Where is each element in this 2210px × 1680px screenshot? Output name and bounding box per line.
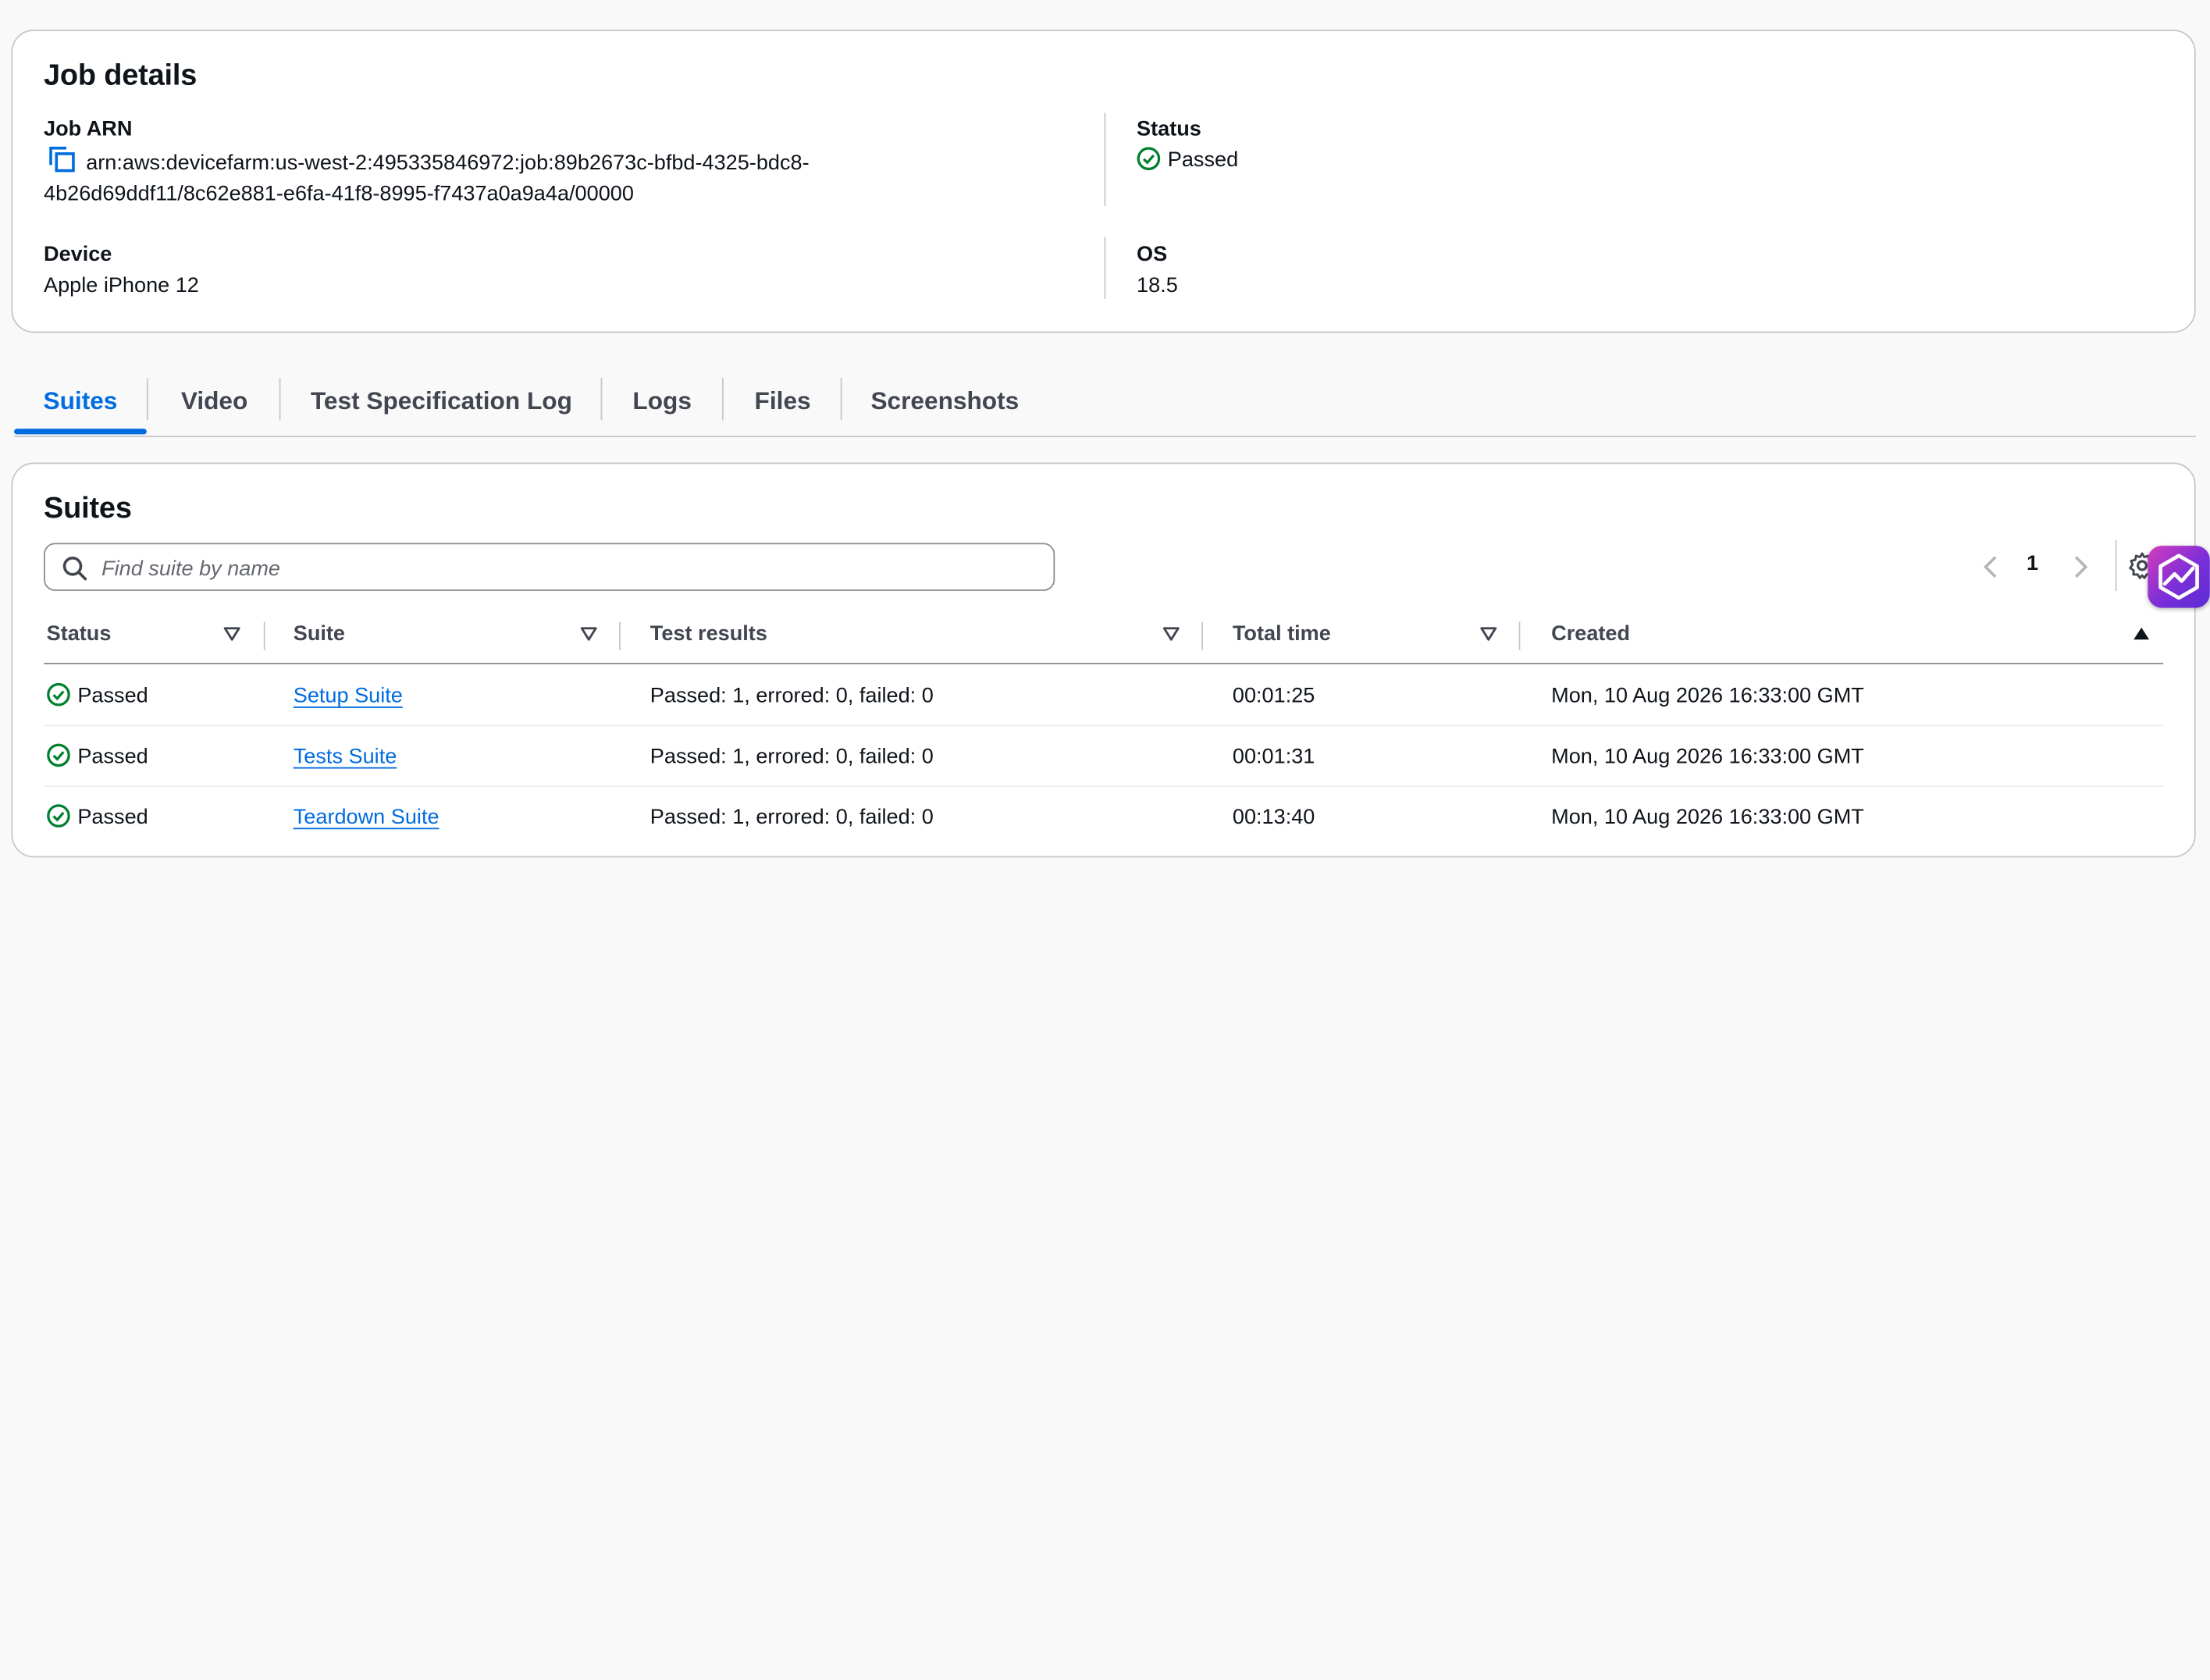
column-divider[interactable] <box>1518 621 1521 650</box>
row-total-time: 00:01:31 <box>1232 744 1315 769</box>
job-details-card: Job details Job ARN arn:aws:devicefarm:u… <box>11 29 2196 333</box>
details-divider-1 <box>1104 112 1106 206</box>
column-divider[interactable] <box>1201 621 1203 650</box>
tab-separator <box>146 378 148 421</box>
job-arn-line1: arn:aws:devicefarm:us-west-2:49533584697… <box>86 151 810 176</box>
search-box <box>44 543 1055 591</box>
status-success-icon <box>47 804 71 828</box>
job-arn-label: Job ARN <box>44 116 133 141</box>
status-label: Status <box>1137 116 1201 141</box>
row-status-text: Passed <box>77 805 148 830</box>
row-total-time: 00:13:40 <box>1232 805 1315 830</box>
tab-video[interactable]: Video <box>148 372 281 432</box>
copy-icon[interactable] <box>47 145 78 173</box>
details-divider-2 <box>1104 237 1106 299</box>
column-divider[interactable] <box>619 621 621 650</box>
row-status: Passed <box>47 743 148 771</box>
row-status-text: Passed <box>77 684 148 708</box>
sort-caret-icon[interactable] <box>1479 626 1497 642</box>
row-test-results: Passed: 1, errored: 0, failed: 0 <box>649 684 934 708</box>
row-status-text: Passed <box>77 744 148 769</box>
next-page-icon[interactable] <box>2070 553 2090 581</box>
row-divider <box>44 785 2164 788</box>
sort-ascending-icon[interactable] <box>2132 626 2150 642</box>
os-label: OS <box>1137 242 1168 267</box>
column-header-test-results[interactable]: Test results <box>650 614 767 656</box>
extension-badge[interactable] <box>2148 546 2210 608</box>
tab-bar-baseline <box>14 436 2196 438</box>
column-header-status[interactable]: Status <box>47 614 112 656</box>
row-total-time: 00:01:25 <box>1232 684 1315 708</box>
extension-logo-icon <box>2158 553 2199 600</box>
device-value: Apple iPhone 12 <box>44 273 199 298</box>
row-test-results: Passed: 1, errored: 0, failed: 0 <box>649 805 934 830</box>
tab-files[interactable]: Files <box>724 372 842 432</box>
tab-suites[interactable]: Suites <box>14 372 147 432</box>
column-header-created[interactable]: Created <box>1551 614 1630 656</box>
job-details-title: Job details <box>44 59 198 92</box>
row-created: Mon, 10 Aug 2026 16:33:00 GMT <box>1551 684 1864 708</box>
page: Job details Job ARN arn:aws:devicefarm:u… <box>0 0 2210 1680</box>
table-header-line <box>44 663 2164 664</box>
tab-separator <box>840 378 842 421</box>
status-text: Passed <box>1167 148 1239 173</box>
table-header: Status Suite Test results Total time Cre… <box>12 614 2197 664</box>
job-arn-line2: 4b26d69ddf11/8c62e881-e6fa-41f8-8995-f74… <box>44 182 634 206</box>
job-arn-value: arn:aws:devicefarm:us-west-2:49533584697… <box>44 145 1087 210</box>
previous-page-icon[interactable] <box>1981 553 2001 581</box>
tab-test-specification-log[interactable]: Test Specification Log <box>282 372 600 432</box>
status-success-icon <box>47 743 71 767</box>
sort-caret-icon[interactable] <box>1162 626 1180 642</box>
status-value: Passed <box>1137 145 1238 176</box>
row-created: Mon, 10 Aug 2026 16:33:00 GMT <box>1551 744 1864 769</box>
os-value: 18.5 <box>1137 273 1178 298</box>
column-divider[interactable] <box>263 621 265 650</box>
column-header-suite[interactable]: Suite <box>294 614 345 656</box>
suites-title: Suites <box>44 492 132 525</box>
row-test-results: Passed: 1, errored: 0, failed: 0 <box>649 744 934 769</box>
tab-screenshots[interactable]: Screenshots <box>843 372 1046 432</box>
sort-caret-icon[interactable] <box>579 626 597 642</box>
suite-link-setup[interactable]: Setup Suite <box>294 682 403 710</box>
pager-separator <box>2115 539 2117 591</box>
row-divider <box>44 724 2164 727</box>
tab-separator <box>279 378 281 421</box>
tab-separator <box>721 378 724 421</box>
tab-bar: Suites Video Test Specification Log Logs… <box>14 372 2196 437</box>
page-number[interactable]: 1 <box>2027 551 2038 575</box>
device-label: Device <box>44 242 112 267</box>
row-status: Passed <box>47 804 148 832</box>
row-status: Passed <box>47 682 148 710</box>
search-input[interactable] <box>98 550 1035 587</box>
search-icon <box>62 557 87 581</box>
status-success-icon <box>1137 147 1161 171</box>
tab-logs[interactable]: Logs <box>602 372 722 432</box>
suites-card: Suites 1 Status Suite Test results Total… <box>11 462 2197 858</box>
tab-separator <box>600 378 603 421</box>
suite-link-teardown[interactable]: Teardown Suite <box>294 804 440 832</box>
suite-link-tests[interactable]: Tests Suite <box>294 743 397 771</box>
status-success-icon <box>47 682 71 707</box>
column-header-total-time[interactable]: Total time <box>1233 614 1331 656</box>
active-tab-indicator <box>14 429 147 435</box>
row-created: Mon, 10 Aug 2026 16:33:00 GMT <box>1551 805 1864 830</box>
sort-caret-icon[interactable] <box>222 626 240 642</box>
